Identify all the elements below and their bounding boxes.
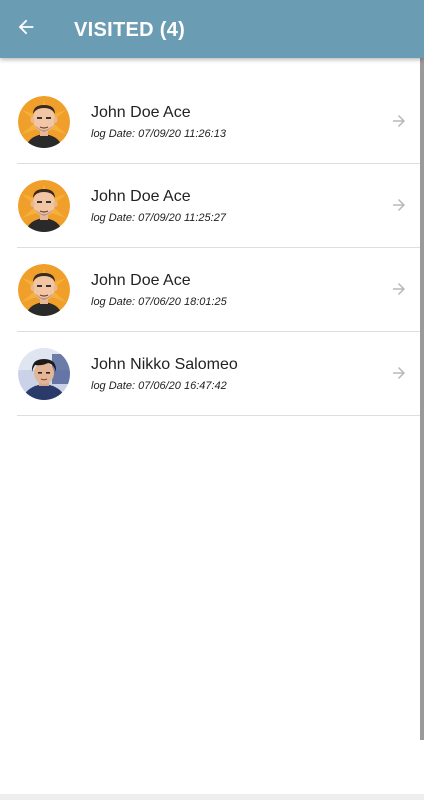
visit-list-item[interactable]: John Doe Ace log Date: 07/09/20 11:26:13 xyxy=(17,80,424,164)
page-title: VISITED (4) xyxy=(74,19,186,41)
log-date: log Date: 07/09/20 11:25:27 xyxy=(91,212,226,224)
bottom-edge xyxy=(0,794,424,800)
back-button[interactable] xyxy=(8,11,44,47)
cartoon-man-avatar xyxy=(18,180,70,232)
visit-list-item[interactable]: John Nikko Salomeo log Date: 07/06/20 16… xyxy=(17,332,424,416)
cartoon-man-avatar xyxy=(18,264,70,316)
arrow-right-icon xyxy=(390,364,408,382)
visited-screen: VISITED (4) John Doe Ace log Date: 07/09… xyxy=(0,0,424,800)
visit-list-item[interactable]: John Doe Ace log Date: 07/06/20 18:01:25 xyxy=(17,248,424,332)
visitor-name: John Nikko Salomeo xyxy=(91,356,238,373)
visited-list: John Doe Ace log Date: 07/09/20 11:26:13 xyxy=(0,58,424,416)
visitor-name: John Doe Ace xyxy=(91,104,191,121)
arrow-right-icon xyxy=(390,280,408,298)
arrow-right-icon xyxy=(390,196,408,214)
arrow-left-icon xyxy=(15,16,37,43)
visitor-name: John Doe Ace xyxy=(91,272,191,289)
log-date: log Date: 07/06/20 18:01:25 xyxy=(91,296,227,308)
scroll-indicator[interactable] xyxy=(420,58,424,740)
log-date: log Date: 07/09/20 11:26:13 xyxy=(91,128,226,140)
cartoon-man-avatar xyxy=(18,96,70,148)
app-bar: VISITED (4) xyxy=(0,0,424,58)
log-date: log Date: 07/06/20 16:47:42 xyxy=(91,380,227,392)
visitor-name: John Doe Ace xyxy=(91,188,191,205)
photo-avatar xyxy=(18,348,70,400)
arrow-right-icon xyxy=(390,112,408,130)
visit-list-item[interactable]: John Doe Ace log Date: 07/09/20 11:25:27 xyxy=(17,164,424,248)
